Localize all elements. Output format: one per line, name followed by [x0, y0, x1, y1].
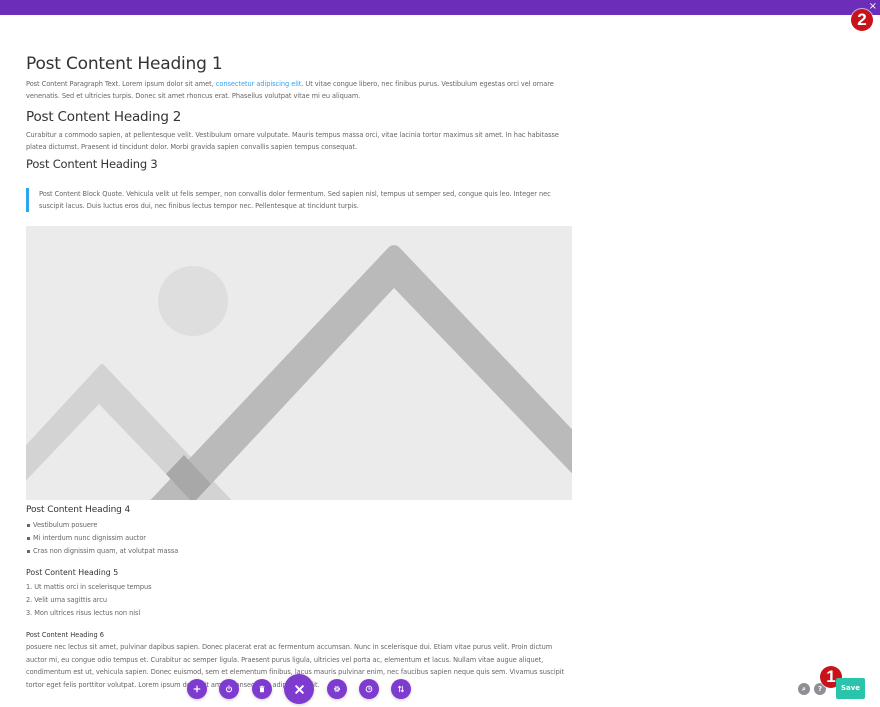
power-button[interactable]: [219, 679, 239, 699]
ordered-list: 1. Ut mattis orci in scelerisque tempus …: [26, 581, 574, 620]
add-button[interactable]: [187, 679, 207, 699]
annotation-badge-2: 2: [851, 9, 873, 31]
paragraph-text: Post Content Paragraph Text. Lorem ipsum…: [26, 80, 216, 88]
builder-top-bar: ×: [0, 0, 880, 15]
post-heading-2: Post Content Heading 2: [26, 108, 182, 125]
post-content: Post Content Heading 1 Post Content Para…: [26, 52, 574, 691]
close-icon[interactable]: ×: [869, 1, 877, 13]
zoom-icon: ⌕: [802, 685, 806, 693]
list-item: 2. Velit urna sagittis arcu: [26, 596, 107, 605]
sort-arrows-icon: [398, 685, 404, 693]
clock-icon: [365, 685, 373, 693]
save-button[interactable]: Save: [836, 678, 865, 699]
mountain-placeholder-icon: [26, 226, 572, 501]
list-item: 3. Mon ultrices risus lectus non nisl: [26, 609, 141, 618]
list-item: Mi interdum nunc dignissim auctor: [26, 532, 574, 545]
zoom-button[interactable]: ⌕: [798, 683, 810, 695]
trash-button[interactable]: [252, 679, 272, 699]
help-icon: ?: [817, 685, 823, 693]
post-paragraph-1: Post Content Paragraph Text. Lorem ipsum…: [26, 78, 574, 103]
settings-button[interactable]: [327, 679, 347, 699]
post-paragraph-2: Curabitur a commodo sapien, at pellentes…: [26, 130, 559, 152]
post-heading-1: Post Content Heading 1: [26, 54, 223, 74]
portability-button[interactable]: [391, 679, 411, 699]
post-heading-3: Post Content Heading 3: [26, 156, 158, 171]
trash-icon: [259, 685, 265, 693]
gear-icon: [333, 685, 341, 693]
close-button[interactable]: [284, 674, 314, 704]
list-item: Cras non dignissim quam, at volutpat mas…: [26, 545, 574, 558]
plus-icon: [193, 685, 201, 693]
post-heading-6: Post Content Heading 6: [26, 631, 104, 640]
placeholder-image: [26, 226, 572, 501]
bullet-list: Vestibulum posuere Mi interdum nunc dign…: [26, 519, 574, 558]
history-button[interactable]: [359, 679, 379, 699]
post-heading-4: Post Content Heading 4: [26, 505, 131, 516]
list-item: Vestibulum posuere: [26, 519, 574, 532]
close-icon: [294, 684, 304, 694]
list-item: 1. Ut mattis orci in scelerisque tempus: [26, 583, 152, 592]
post-blockquote: Post Content Block Quote. Vehicula velit…: [26, 187, 574, 213]
power-icon: [225, 685, 233, 693]
post-heading-5: Post Content Heading 5: [26, 568, 119, 578]
paragraph-link[interactable]: consectetur adipiscing elit: [216, 80, 302, 88]
